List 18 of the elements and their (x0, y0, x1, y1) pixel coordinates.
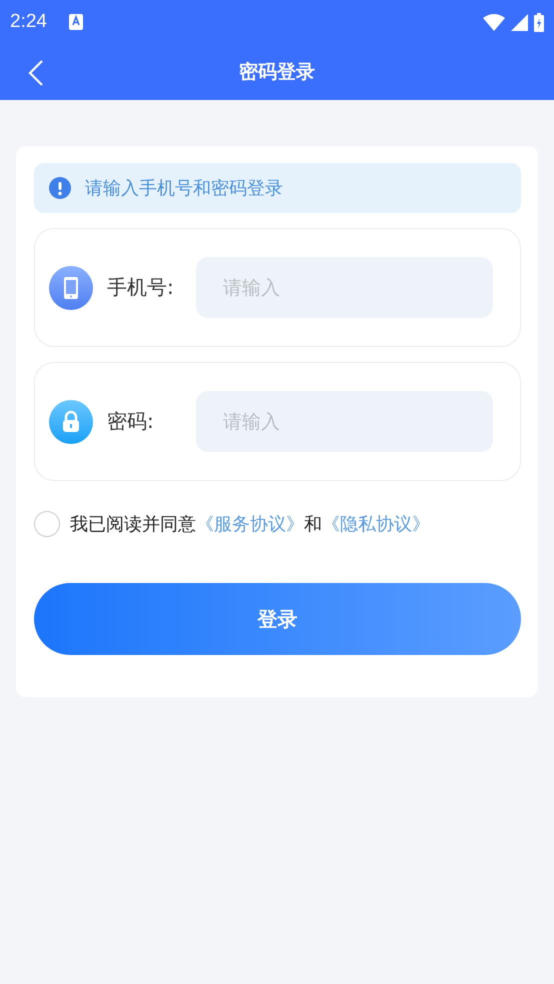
alert-icon (49, 177, 71, 199)
privacy-link[interactable]: 《隐私协议》 (322, 514, 430, 535)
signal-icon (511, 14, 528, 30)
lock-icon (49, 400, 93, 444)
page-title: 密码登录 (239, 60, 315, 85)
agreement-text: 我已阅读并同意《服务协议》和《隐私协议》 (70, 513, 430, 536)
battery-icon (534, 12, 544, 32)
agree-radio[interactable] (34, 511, 60, 537)
field-label: 手机号: (107, 274, 175, 301)
field-label: 密码: (107, 408, 155, 435)
login-button[interactable]: 登录 (34, 583, 521, 655)
notice-text: 请输入手机号和密码登录 (85, 177, 283, 200)
terms-link[interactable]: 《服务协议》 (196, 514, 304, 535)
phone-icon (49, 266, 93, 310)
keyboard-icon (68, 14, 83, 30)
status-time: 2:24 (10, 11, 47, 33)
back-icon[interactable] (28, 60, 44, 86)
wifi-icon (483, 14, 505, 30)
